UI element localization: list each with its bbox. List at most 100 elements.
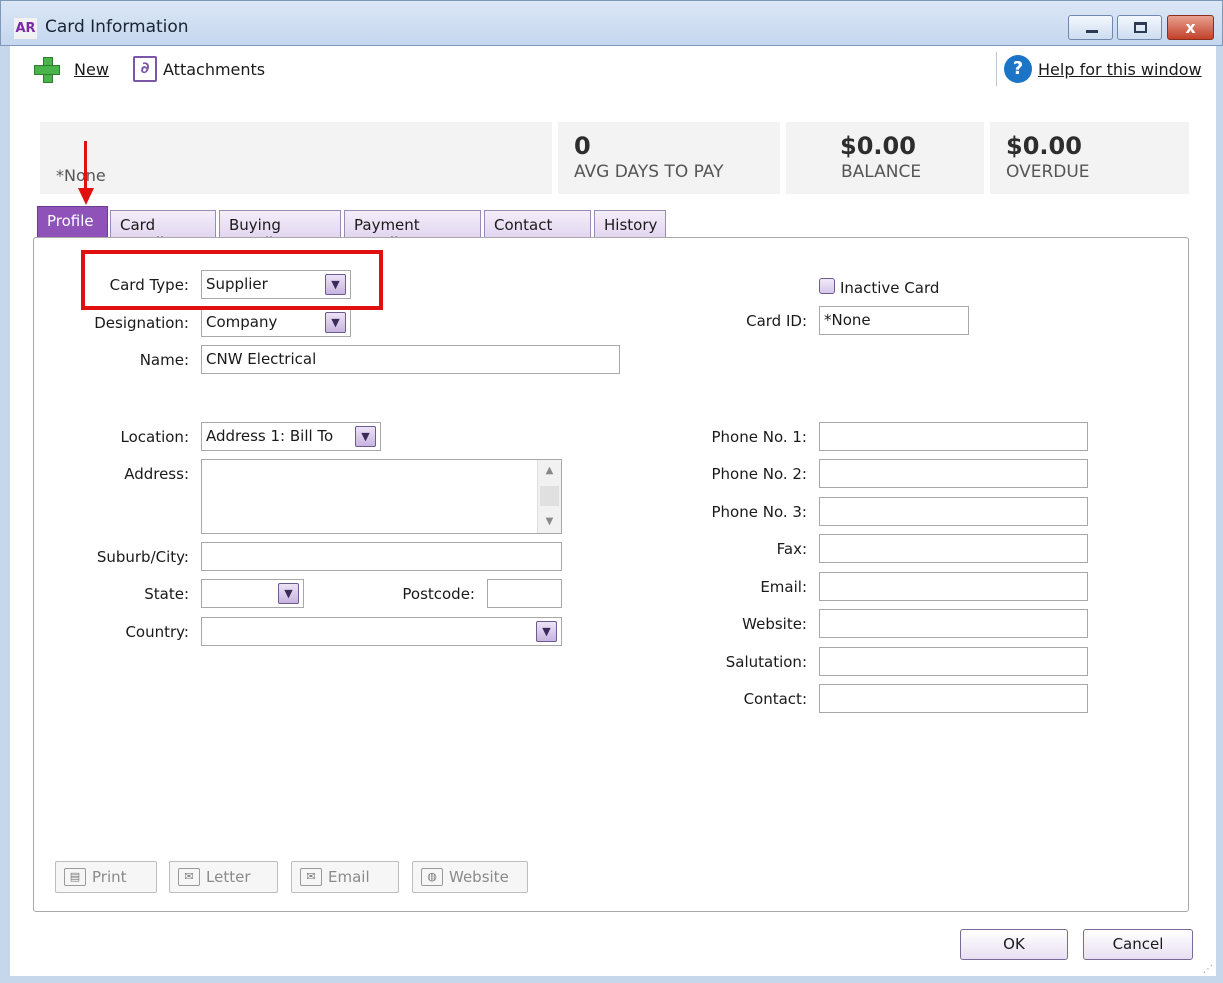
- state-select[interactable]: ▼: [201, 579, 304, 608]
- scroll-down-icon[interactable]: ▼: [538, 511, 561, 533]
- maximize-button[interactable]: [1117, 15, 1162, 40]
- country-select[interactable]: ▼: [201, 617, 562, 646]
- globe-icon: ◍: [421, 868, 443, 886]
- website-button[interactable]: ◍ Website: [412, 861, 528, 893]
- salutation-label: Salutation:: [725, 653, 807, 671]
- attachments-button[interactable]: ∂ Attachments: [133, 56, 265, 82]
- name-input[interactable]: CNW Electrical: [201, 345, 620, 374]
- card-id-input[interactable]: *None: [819, 306, 969, 335]
- address-textarea[interactable]: ▲ ▼: [201, 459, 562, 534]
- tab-history[interactable]: History: [594, 210, 666, 238]
- website-button-label: Website: [449, 868, 509, 886]
- location-label: Location:: [120, 428, 190, 446]
- chevron-down-icon[interactable]: ▼: [325, 312, 346, 333]
- paperclip-icon: ∂: [133, 56, 157, 82]
- contact-input[interactable]: [819, 684, 1088, 713]
- letter-icon: ✉: [178, 868, 200, 886]
- envelope-icon: ✉: [300, 868, 322, 886]
- designation-select[interactable]: Company ▼: [201, 308, 351, 337]
- annotation-arrow-shaft: [84, 141, 87, 193]
- phone-3-input[interactable]: [819, 497, 1088, 526]
- tab-contact-log[interactable]: Contact Log: [484, 210, 591, 252]
- tab-profile[interactable]: Profile: [37, 206, 108, 238]
- salutation-input[interactable]: [819, 647, 1088, 676]
- website-label: Website:: [742, 615, 807, 633]
- scroll-up-icon[interactable]: ▲: [538, 460, 561, 482]
- email-button[interactable]: ✉ Email: [291, 861, 399, 893]
- app-logo-icon: AR: [14, 18, 37, 39]
- ok-button[interactable]: OK: [960, 929, 1068, 960]
- website-input[interactable]: [819, 609, 1088, 638]
- phone-1-label: Phone No. 1:: [711, 428, 807, 446]
- help-button[interactable]: ? Help for this window: [1004, 55, 1202, 83]
- fax-input[interactable]: [819, 534, 1088, 563]
- tab-buying-details[interactable]: Buying Details: [219, 210, 341, 252]
- email-button-label: Email: [328, 868, 370, 886]
- overdue-value: $0.00: [1006, 132, 1082, 160]
- printer-icon: ▤: [64, 868, 86, 886]
- letter-button[interactable]: ✉ Letter: [169, 861, 278, 893]
- card-id-label: Card ID:: [746, 312, 807, 330]
- close-button[interactable]: x: [1167, 15, 1214, 40]
- avg-days-label: AVG DAYS TO PAY: [574, 162, 724, 182]
- designation-label: Designation:: [94, 314, 189, 332]
- avg-days-value: 0: [574, 132, 591, 160]
- print-button[interactable]: ▤ Print: [55, 861, 157, 893]
- email-input[interactable]: [819, 572, 1088, 601]
- email-label: Email:: [760, 578, 807, 596]
- window-title: Card Information: [45, 17, 189, 37]
- card-name: *None: [56, 166, 106, 185]
- card-id-value: *None: [824, 311, 871, 329]
- annotation-highlight-box: [81, 250, 383, 310]
- balance-panel: $0.00 BALANCE: [786, 122, 984, 194]
- phone-1-input[interactable]: [819, 422, 1088, 451]
- annotation-arrow-icon: [78, 188, 94, 205]
- new-button[interactable]: New: [32, 56, 109, 83]
- letter-label: Letter: [206, 868, 251, 886]
- help-icon: ?: [1004, 55, 1032, 83]
- chevron-down-icon[interactable]: ▼: [278, 583, 299, 604]
- name-label: Name:: [139, 351, 189, 369]
- balance-value: $0.00: [840, 132, 916, 160]
- minimize-button[interactable]: [1068, 15, 1113, 40]
- toolbar: New ∂ Attachments ? Help for this window: [10, 46, 1216, 92]
- resize-grip-icon[interactable]: ⋰: [1203, 964, 1213, 975]
- minimize-icon: [1086, 30, 1098, 33]
- tab-payment-details[interactable]: Payment Details: [344, 210, 481, 252]
- inactive-card-checkbox[interactable]: [819, 278, 835, 294]
- suburb-input[interactable]: [201, 542, 562, 571]
- address-label: Address:: [124, 465, 189, 483]
- chevron-down-icon[interactable]: ▼: [355, 426, 376, 447]
- inactive-card-label: Inactive Card: [840, 279, 940, 297]
- help-label: Help for this window: [1038, 59, 1202, 79]
- fax-label: Fax:: [776, 540, 807, 558]
- designation-value: Company: [206, 313, 278, 331]
- phone-2-label: Phone No. 2:: [711, 465, 807, 483]
- postcode-input[interactable]: [487, 579, 562, 608]
- location-value: Address 1: Bill To: [206, 427, 334, 445]
- avg-days-panel: 0 AVG DAYS TO PAY: [558, 122, 780, 194]
- new-label: New: [74, 59, 109, 79]
- attachments-label: Attachments: [163, 59, 266, 79]
- title-bar: AR Card Information x: [0, 0, 1223, 46]
- postcode-label: Postcode:: [402, 585, 475, 603]
- chevron-down-icon[interactable]: ▼: [536, 621, 557, 642]
- contact-label: Contact:: [743, 690, 807, 708]
- location-select[interactable]: Address 1: Bill To ▼: [201, 422, 381, 451]
- phone-3-label: Phone No. 3:: [711, 503, 807, 521]
- overdue-label: OVERDUE: [1006, 162, 1090, 182]
- phone-2-input[interactable]: [819, 459, 1088, 488]
- maximize-icon: [1134, 22, 1147, 33]
- state-label: State:: [144, 585, 189, 603]
- tab-card-details[interactable]: Card Details: [110, 210, 216, 252]
- close-icon: x: [1185, 18, 1196, 37]
- name-value: CNW Electrical: [206, 350, 317, 368]
- suburb-label: Suburb/City:: [96, 548, 189, 566]
- card-name-panel: [40, 122, 552, 194]
- cancel-button[interactable]: Cancel: [1083, 929, 1193, 960]
- scroll-thumb[interactable]: [540, 486, 559, 506]
- overdue-panel: $0.00 OVERDUE: [990, 122, 1189, 194]
- toolbar-divider: [996, 52, 997, 86]
- address-scrollbar[interactable]: ▲ ▼: [537, 460, 561, 533]
- print-label: Print: [92, 868, 127, 886]
